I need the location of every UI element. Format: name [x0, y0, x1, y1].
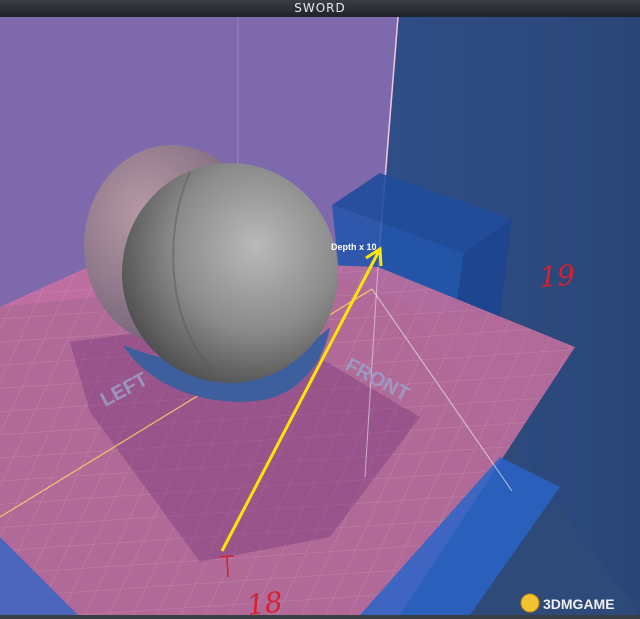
title-bar: SWORD [0, 0, 640, 18]
3d-viewport[interactable]: LEFT FRONT Depth x 10 18 19 3DMGAME [0, 17, 640, 615]
window-title: SWORD [294, 1, 346, 15]
depth-label: Depth x 10 [331, 242, 377, 252]
watermark: 3DMGAME [520, 593, 615, 613]
watermark-logo-icon [520, 593, 540, 613]
status-strip [0, 615, 640, 619]
watermark-text: 3DMGAME [543, 596, 615, 612]
handwritten-18: 18 [245, 585, 284, 615]
sphere-gray-half [122, 163, 338, 383]
handwritten-19: 19 [538, 259, 576, 294]
editor-window: SWORD LEFT FRONT Depth x 10 18 19 3DMGAM… [0, 0, 640, 619]
